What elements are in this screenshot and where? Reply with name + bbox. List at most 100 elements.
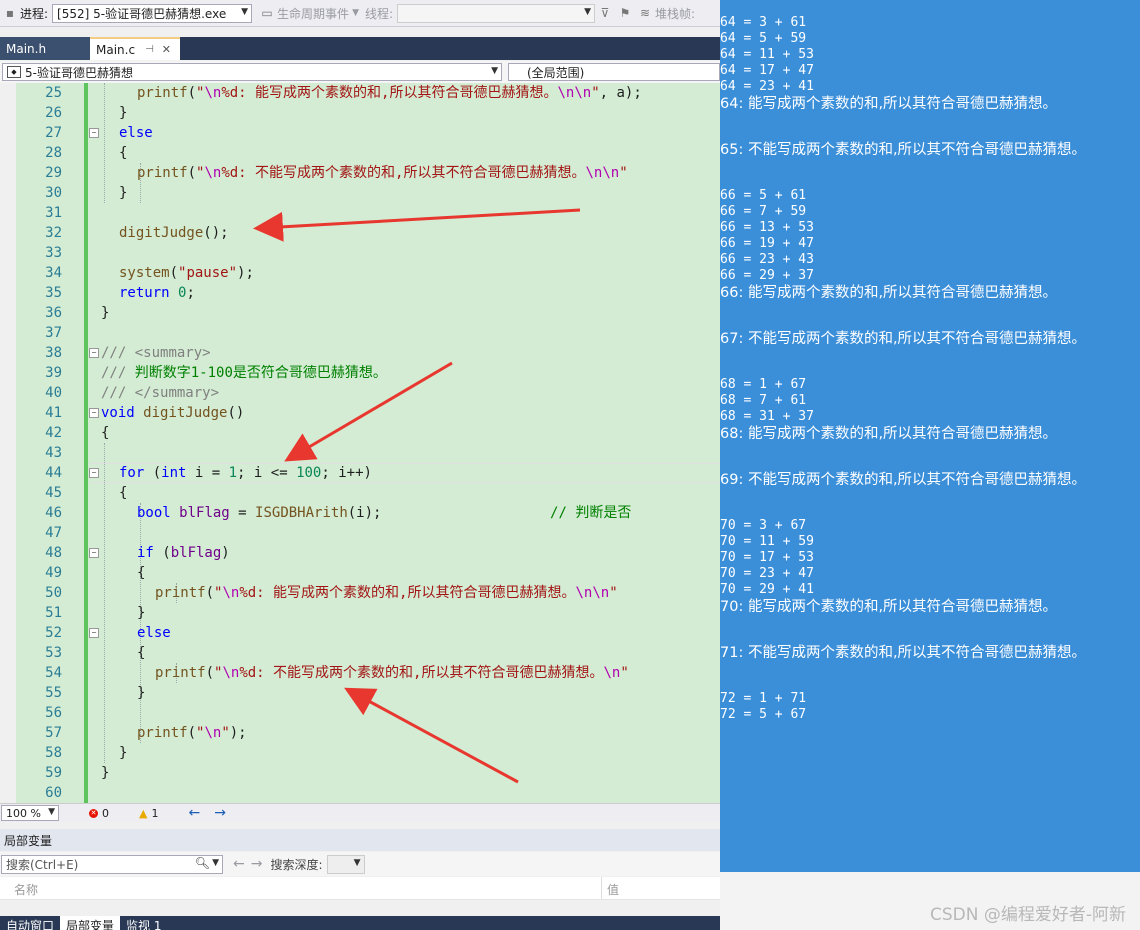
debug-toolbar: ▪ 进程: [552] 5-验证哥德巴赫猜想.exe ▼ ▭ 生命周期事件 ▼ … <box>0 0 720 27</box>
tab-main-h[interactable]: Main.h <box>0 37 90 60</box>
code-line[interactable]: 50 printf("\n%d: 能写成两个素数的和,所以其符合哥德巴赫猜想。\n… <box>0 583 720 603</box>
line-number: 38 <box>45 345 62 361</box>
code-line[interactable]: 26} <box>0 103 720 123</box>
code-line[interactable]: 44 − for (int i = 1; i <= 100; i++) <box>0 463 720 483</box>
chevron-down-icon[interactable]: ▼ <box>584 7 591 17</box>
line-number: 48 <box>45 545 62 561</box>
code-editor[interactable]: 25 printf("\n%d: 能写成两个素数的和,所以其符合哥德巴赫猜想。\n… <box>0 83 720 803</box>
close-icon[interactable]: ✕ <box>162 43 171 56</box>
toggle-threads-icon[interactable]: ≋ <box>638 6 652 20</box>
tab-main-c[interactable]: Main.c ⊣ ✕ <box>90 37 180 60</box>
chevron-down-icon[interactable]: ▼ <box>352 8 359 18</box>
code-line[interactable]: 60 <box>0 783 720 803</box>
column-value[interactable]: 值 <box>607 881 619 898</box>
search-depth-dropdown[interactable]: ▼ <box>326 854 365 874</box>
console-output-window[interactable]: 64 = 3 + 61 64 = 5 + 59 64 = 11 + 53 64 = 1… <box>720 0 1140 872</box>
line-number: 56 <box>45 705 62 721</box>
chevron-down-icon[interactable]: ▼ <box>241 7 248 17</box>
code-line[interactable]: 35 return 0; <box>0 283 720 303</box>
code-line[interactable]: 32 digitJudge(); <box>0 223 720 243</box>
console-sum-line: 66 = 29 + 37 <box>720 268 814 283</box>
collapse-icon[interactable]: − <box>89 628 99 638</box>
code-line[interactable]: 58} <box>0 743 720 763</box>
arrow-right-icon[interactable]: → <box>251 856 263 872</box>
code-text: /// 判断数字1-100是否符合哥德巴赫猜想。 <box>101 365 387 381</box>
tab-locals[interactable]: 局部变量 <box>60 916 121 930</box>
collapse-icon[interactable]: − <box>89 408 99 418</box>
code-line[interactable]: 45 { <box>0 483 720 503</box>
code-line[interactable]: 29 printf("\n%d: 不能写成两个素数的和,所以其不符合哥德巴赫猜想。… <box>0 163 720 183</box>
code-line[interactable]: 53 { <box>0 643 720 663</box>
tab-autos[interactable]: 自动窗口 <box>0 916 60 930</box>
code-line[interactable]: 37 <box>0 323 720 343</box>
code-line[interactable]: 56 <box>0 703 720 723</box>
error-count[interactable]: 0 <box>102 807 109 820</box>
code-line[interactable]: 54 printf("\n%d: 不能写成两个素数的和,所以其不符合哥德巴赫猜想。… <box>0 663 720 683</box>
collapse-icon[interactable]: − <box>89 348 99 358</box>
code-line[interactable]: 31 <box>0 203 720 223</box>
code-line[interactable]: 51} <box>0 603 720 623</box>
tab-watch-1[interactable]: 监视 1 <box>120 916 167 930</box>
project-icon: ◆ <box>7 66 21 78</box>
chevron-down-icon[interactable]: ▼ <box>354 858 361 868</box>
code-line[interactable]: 48 − if (blFlag) <box>0 543 720 563</box>
project-scope-dropdown[interactable]: ◆ 5-验证哥德巴赫猜想 ▼ <box>2 63 502 81</box>
code-line[interactable]: 47 <box>0 523 720 543</box>
error-icon[interactable]: ✕ <box>89 808 98 818</box>
code-line[interactable]: 27 − else <box>0 123 720 143</box>
warning-count[interactable]: 1 <box>151 807 158 820</box>
search-icon[interactable]: 🔍︎ <box>195 856 210 870</box>
code-line[interactable]: 34 system("pause"); <box>0 263 720 283</box>
code-line[interactable]: 40 /// </summary> <box>0 383 720 403</box>
console-sum-line: 70 = 3 + 67 <box>720 518 807 533</box>
console-sum-line: 70 = 23 + 47 <box>720 566 814 581</box>
code-line[interactable]: 55} <box>0 683 720 703</box>
code-line[interactable]: 43 <box>0 443 720 463</box>
code-text: printf("\n%d: 不能写成两个素数的和,所以其不符合哥德巴赫猜想。\n… <box>137 165 628 181</box>
arrow-left-icon[interactable]: ← <box>233 856 245 872</box>
collapse-icon[interactable]: − <box>89 548 99 558</box>
code-line[interactable]: 57 printf("\n"); <box>0 723 720 743</box>
console-sum-line: 66 = 13 + 53 <box>720 220 814 235</box>
code-line[interactable]: 59} <box>0 763 720 783</box>
warning-icon[interactable]: ▲ <box>139 807 147 820</box>
arrow-left-icon[interactable]: ← <box>188 805 200 821</box>
process-dropdown[interactable]: [552] 5-验证哥德巴赫猜想.exe ▼ <box>52 3 253 23</box>
code-line[interactable]: 25 printf("\n%d: 能写成两个素数的和,所以其符合哥德巴赫猜想。\n… <box>0 83 720 103</box>
global-scope-dropdown[interactable]: (全局范围) <box>508 63 720 81</box>
chevron-down-icon[interactable]: ▼ <box>491 66 498 76</box>
lifecycle-events-button[interactable]: 生命周期事件 <box>277 5 349 22</box>
code-line[interactable]: 41 − void digitJudge() <box>0 403 720 423</box>
code-text: /// <summary> <box>101 345 211 361</box>
zoom-dropdown[interactable]: 100 % ▼ <box>1 805 59 821</box>
locals-panel-title: 局部变量 <box>0 829 720 851</box>
code-text: { <box>119 485 128 501</box>
code-line[interactable]: 46 bool blFlag = ISGDBHArith(i); // 判断是否 <box>0 503 720 523</box>
collapse-icon[interactable]: − <box>89 128 99 138</box>
thread-dropdown[interactable]: ▼ <box>397 3 596 23</box>
collapse-icon[interactable]: − <box>89 468 99 478</box>
pin-icon[interactable]: ⊣ <box>145 44 154 55</box>
code-line[interactable]: 42 { <box>0 423 720 443</box>
column-divider[interactable] <box>601 877 602 899</box>
code-line[interactable]: 38 −/// <summary> <box>0 343 720 363</box>
code-line[interactable]: 52 − else <box>0 623 720 643</box>
arrow-right-icon[interactable]: → <box>214 805 226 821</box>
chevron-down-icon[interactable]: ▼ <box>212 858 219 868</box>
flag-icon[interactable]: ⚑ <box>618 6 632 20</box>
column-name[interactable]: 名称 <box>14 881 38 898</box>
code-line[interactable]: 39 /// 判断数字1-100是否符合哥德巴赫猜想。 <box>0 363 720 383</box>
code-line[interactable]: 30} <box>0 183 720 203</box>
filter-icon[interactable]: ⊽ <box>598 6 612 20</box>
code-line[interactable]: 36} <box>0 303 720 323</box>
line-number: 51 <box>45 605 62 621</box>
code-line[interactable]: 49 { <box>0 563 720 583</box>
chevron-down-icon[interactable]: ▼ <box>48 807 55 817</box>
code-line[interactable]: 33 <box>0 243 720 263</box>
project-scope-value: 5-验证哥德巴赫猜想 <box>25 65 133 80</box>
locals-search-input[interactable]: 搜索(Ctrl+E) 🔍︎ ▼ <box>1 854 223 874</box>
line-number: 36 <box>45 305 62 321</box>
code-line[interactable]: 28 { <box>0 143 720 163</box>
line-number: 49 <box>45 565 62 581</box>
lifecycle-icon[interactable]: ▭ <box>260 6 274 20</box>
